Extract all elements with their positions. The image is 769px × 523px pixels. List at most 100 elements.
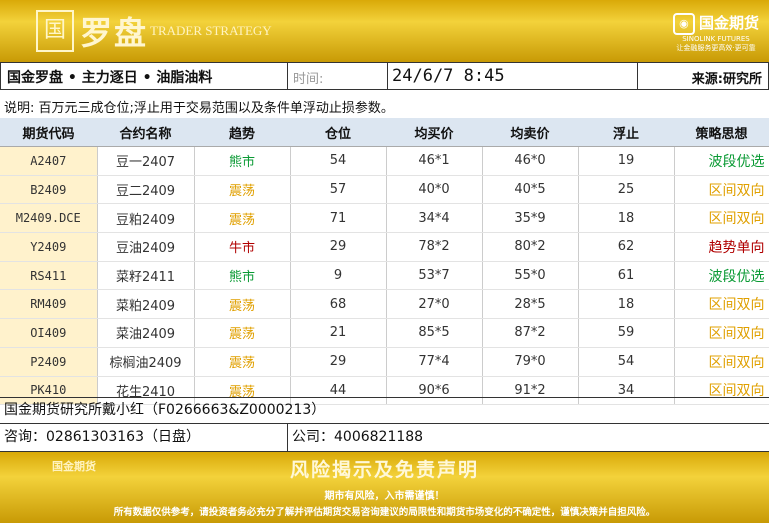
cell-stop: 18 [578,203,675,234]
cell-avg-buy: 40*0 [386,175,483,205]
cell-trend: 震荡 [194,347,291,377]
table-row: OI409 菜油2409 震荡 21 85*5 87*2 59 区间双向 [0,318,769,348]
cell-avg-sell: 40*5 [482,175,579,205]
cell-avg-sell: 79*0 [482,347,579,377]
analyst-info: 国金期货研究所戴小红（F0266663&Z0000213） [0,397,769,424]
note-text: 说明: 百万元三成仓位;浮止用于交易范围以及条件单浮动止损参数。 [4,101,394,116]
cell-strategy: 趋势单向 [674,232,769,262]
table-row: RM409 菜粕2409 震荡 68 27*0 28*5 18 区间双向 [0,289,769,320]
cell-strategy: 区间双向 [674,175,769,205]
cell-avg-buy: 27*0 [386,289,483,320]
cell-name: 豆二2409 [97,175,195,205]
cell-avg-sell: 80*2 [482,232,579,262]
header-position: 仓位 [290,118,386,147]
cell-position: 68 [290,289,387,320]
cell-trend: 熊市 [194,261,291,291]
divider [637,63,638,89]
disclaimer-banner: 国金期货 风险揭示及免责声明 期市有风险，入市需谨慎！ 所有数据仅供参考，请投资… [0,452,769,523]
cell-position: 21 [290,318,387,348]
source-label: 来源:研究所 [691,72,762,87]
cell-position: 57 [290,175,387,205]
cell-stop: 19 [578,146,675,176]
contact-row: 咨询：02861303163（日盘） 公司：4006821188 [0,424,769,452]
header-trend: 趋势 [194,118,290,147]
cell-trend: 熊市 [194,146,291,176]
cell-avg-buy: 85*5 [386,318,483,348]
table-row: Y2409 豆油2409 牛市 29 78*2 80*2 62 趋势单向 [0,232,769,262]
cell-position: 54 [290,146,387,176]
cell-avg-buy: 34*4 [386,203,483,234]
info-row: 国金罗盘 • 主力逐日 • 油脂油料 时间: 24/6/7 8:45 来源:研究… [0,62,769,90]
consult-phone: 咨询：02861303163（日盘） [4,429,200,445]
table-row: B2409 豆二2409 震荡 57 40*0 40*5 25 区间双向 [0,175,769,205]
cell-name: 菜籽2411 [97,261,195,291]
cell-avg-sell: 87*2 [482,318,579,348]
cell-name: 菜油2409 [97,318,195,348]
divider [287,63,288,89]
cell-strategy: 波段优选 [674,261,769,291]
table-row: P2409 棕榈油2409 震荡 29 77*4 79*0 54 区间双向 [0,347,769,377]
cell-name: 豆一2407 [97,146,195,176]
cell-code: Y2409 [0,232,98,262]
disclaimer-title: 风险揭示及免责声明 [289,459,479,481]
cell-code: B2409 [0,175,98,205]
cell-avg-sell: 35*9 [482,203,579,234]
company-slogan: 让金融服务更高效·更可靠 [676,43,756,52]
cell-position: 29 [290,347,387,377]
cell-trend: 牛市 [194,232,291,262]
cell-position: 29 [290,232,387,262]
cell-code: A2407 [0,146,98,176]
cell-avg-buy: 53*7 [386,261,483,291]
cell-code: RS411 [0,261,98,291]
cell-position: 9 [290,261,387,291]
report-title: 国金罗盘 • 主力逐日 • 油脂油料 [7,70,213,86]
cell-code: P2409 [0,347,98,377]
cell-name: 棕榈油2409 [97,347,195,377]
header-stop: 浮止 [578,118,674,147]
strategy-table: 期货代码 合约名称 趋势 仓位 均买价 均卖价 浮止 策略思想 A2407 豆一2… [0,118,769,406]
cell-avg-sell: 46*0 [482,146,579,176]
cell-avg-buy: 78*2 [386,232,483,262]
header-avg-buy: 均买价 [386,118,482,147]
cell-position: 71 [290,203,387,234]
cell-stop: 62 [578,232,675,262]
cell-trend: 震荡 [194,289,291,320]
cell-name: 豆油2409 [97,232,195,262]
table-header-row: 期货代码 合约名称 趋势 仓位 均买价 均卖价 浮止 策略思想 [0,118,769,147]
cell-stop: 25 [578,175,675,205]
cell-code: M2409.DCE [0,203,98,234]
time-label: 时间: [293,72,324,87]
disclaimer-subtitle: 期市有风险，入市需谨慎！ [324,491,445,502]
cell-name: 豆粕2409 [97,203,195,234]
company-english: SINOLINK FUTURES [682,34,750,43]
cell-stop: 59 [578,318,675,348]
company-icon: ◉ [672,12,695,35]
brand-english: TRADER STRATEGY [150,23,272,38]
cell-strategy: 波段优选 [674,146,769,176]
company-logo: ◉ 国金期货 SINOLINK FUTURES 让金融服务更高效·更可靠 [672,12,759,53]
header-banner: 国 罗盘 TRADER STRATEGY ◉ 国金期货 SINOLINK FUTU… [0,0,769,62]
time-value: 24/6/7 8:45 [387,63,642,89]
cell-trend: 震荡 [194,203,291,234]
divider [287,424,288,452]
cell-code: OI409 [0,318,98,348]
cell-strategy: 区间双向 [674,203,769,234]
cell-stop: 61 [578,261,675,291]
cell-name: 菜粕2409 [97,289,195,320]
cell-avg-buy: 46*1 [386,146,483,176]
cell-code: RM409 [0,289,98,320]
brand-name: 罗盘 [80,14,149,52]
header-strategy: 策略思想 [674,118,769,147]
brand-logo-icon: 国 [36,10,74,52]
cell-avg-sell: 55*0 [482,261,579,291]
cell-strategy: 区间双向 [674,289,769,320]
header-name: 合约名称 [97,118,194,147]
cell-stop: 54 [578,347,675,377]
cell-avg-sell: 28*5 [482,289,579,320]
table-row: M2409.DCE 豆粕2409 震荡 71 34*4 35*9 18 区间双向 [0,203,769,234]
table-row: RS411 菜籽2411 熊市 9 53*7 55*0 61 波段优选 [0,261,769,291]
table-row: A2407 豆一2407 熊市 54 46*1 46*0 19 波段优选 [0,146,769,176]
header-avg-sell: 均卖价 [482,118,578,147]
cell-stop: 18 [578,289,675,320]
company-name: 国金期货 [698,14,759,32]
